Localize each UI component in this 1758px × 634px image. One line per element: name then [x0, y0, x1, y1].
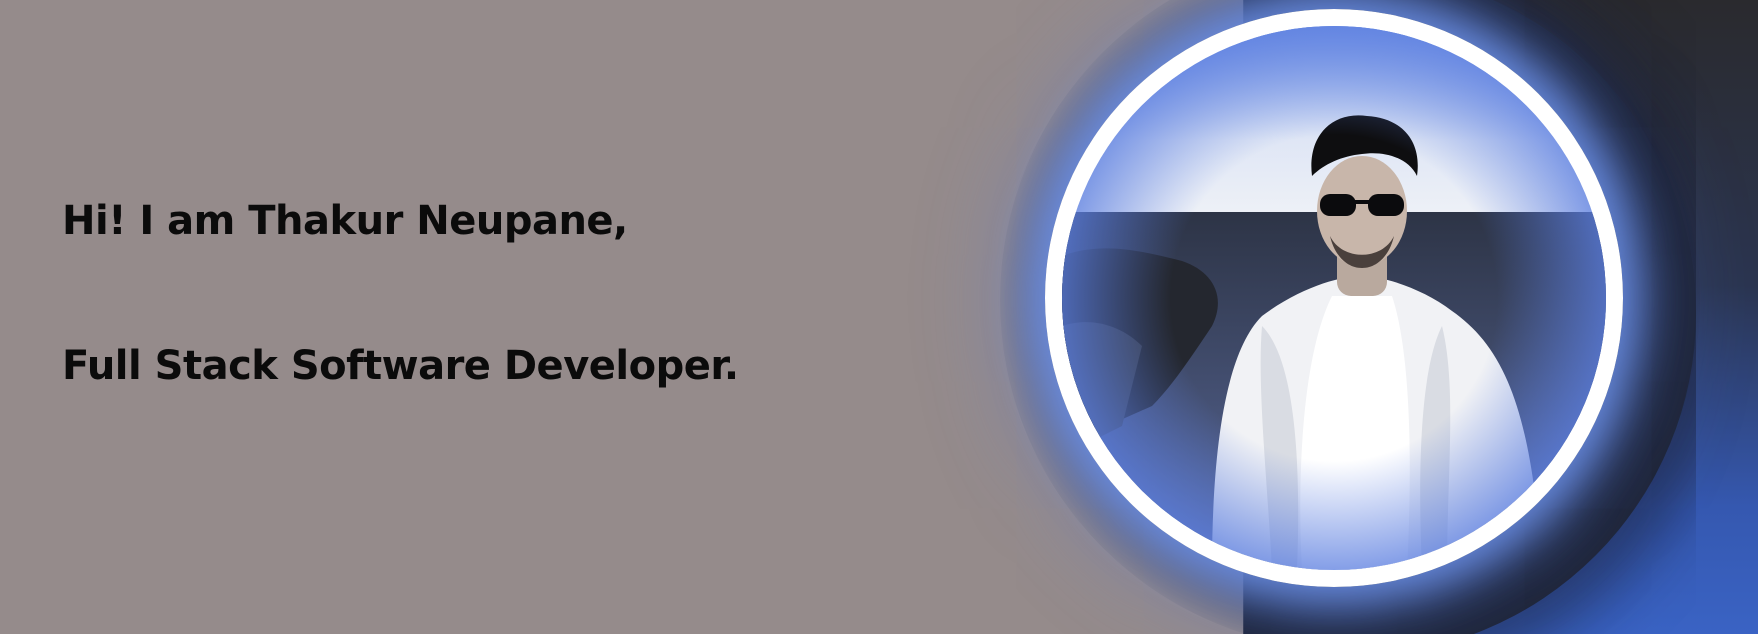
- hero-greeting: Hi! I am Thakur Neupane,: [62, 198, 628, 244]
- hero-section: Hi! I am Thakur Neupane, Full Stack Soft…: [0, 0, 1758, 634]
- hero-role: Full Stack Software Developer.: [62, 343, 739, 389]
- profile-photo-illustration: [1062, 26, 1606, 570]
- profile-photo: [1062, 26, 1606, 570]
